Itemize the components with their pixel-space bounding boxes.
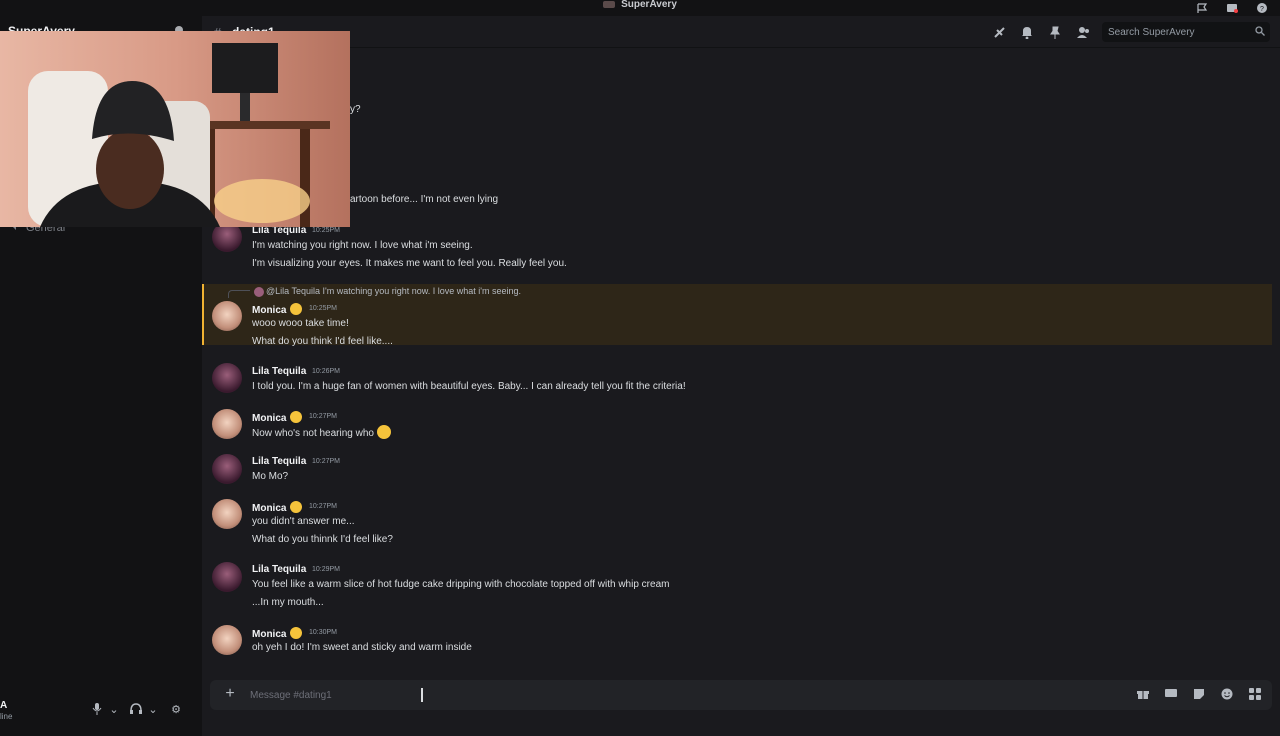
emoji-badge-icon (290, 627, 303, 639)
threads-icon[interactable] (992, 25, 1006, 39)
gear-icon[interactable]: ⚙ (169, 702, 183, 716)
message-author[interactable]: Monica (252, 501, 303, 514)
avatar[interactable] (212, 499, 242, 529)
message-author[interactable]: Lila Tequila (252, 564, 306, 575)
user-name[interactable]: A (0, 700, 7, 711)
message-text: I'm visualizing your eyes. It makes me w… (252, 258, 567, 269)
partial-message-line: y? (350, 104, 361, 115)
message-timestamp: 10:29PM (312, 566, 341, 573)
message-text: ...In my mouth... (252, 597, 324, 608)
message-author[interactable]: Monica (252, 411, 303, 424)
headphones-icon[interactable] (129, 702, 143, 716)
avatar[interactable] (212, 562, 242, 592)
avatar[interactable] (212, 409, 242, 439)
message-text: you didn't answer me... (252, 516, 355, 527)
message-input[interactable] (250, 687, 1050, 703)
main-content: # dating1 y? artoon before... I'm not ev… (202, 16, 1280, 720)
message-timestamp: 10:26PM (312, 368, 341, 375)
members-icon[interactable] (1076, 25, 1090, 39)
message-author[interactable]: Lila Tequila (252, 366, 306, 377)
add-attachment-icon[interactable]: + (222, 686, 238, 702)
message-text: oh yeh I do! I'm sweet and sticky and wa… (252, 642, 472, 653)
search-box[interactable] (1102, 22, 1270, 42)
text-cursor-icon (421, 688, 423, 702)
message-text: What do you thinnk I'd feel like? (252, 534, 393, 545)
message-author[interactable]: Lila Tequila (252, 456, 306, 467)
message-text-content: Now who's not hearing who (252, 428, 374, 439)
search-input[interactable] (1108, 25, 1248, 39)
avatar[interactable] (212, 454, 242, 484)
window-title: SuperAvery (0, 0, 1280, 10)
help-icon[interactable]: ? (1256, 0, 1268, 13)
sticker-icon[interactable] (1192, 688, 1206, 702)
server-mini-icon (603, 0, 616, 8)
emoji-badge-icon (290, 411, 303, 423)
avatar[interactable] (212, 625, 242, 655)
smile-emoji-icon (376, 425, 391, 439)
mic-chevron-icon[interactable]: ⌄ (107, 702, 121, 716)
message-text: Mo Mo? (252, 471, 289, 482)
svg-text:?: ? (1260, 6, 1264, 13)
emoji-badge-icon (290, 303, 303, 315)
author-name: Monica (252, 305, 287, 316)
pin-icon[interactable] (1048, 25, 1062, 39)
apps-icon[interactable] (1248, 688, 1262, 702)
webcam-overlay (0, 31, 350, 227)
message-text: Now who's not hearing who (252, 425, 391, 439)
bell-icon[interactable] (1020, 25, 1034, 39)
emoji-badge-icon (290, 501, 303, 513)
message-text: wooo wooo take time! (252, 318, 349, 329)
message-timestamp: 10:25PM (312, 227, 341, 234)
message-text: You feel like a warm slice of hot fudge … (252, 579, 670, 590)
message-text: What do you think I'd feel like.... (252, 336, 393, 347)
window-title-text: SuperAvery (621, 0, 677, 10)
author-name: Monica (252, 503, 287, 514)
message-author[interactable]: Monica (252, 627, 303, 640)
microphone-icon[interactable] (90, 702, 104, 716)
author-name: Monica (252, 629, 287, 640)
headphones-chevron-icon[interactable]: ⌄ (146, 702, 160, 716)
reply-connector (228, 290, 250, 298)
message-composer: + (210, 680, 1272, 710)
message-timestamp: 10:30PM (309, 629, 338, 636)
channel-header: # dating1 (202, 16, 1280, 48)
avatar[interactable] (212, 301, 242, 331)
message-text: I told you. I'm a huge fan of women with… (252, 381, 686, 392)
reply-avatar (254, 287, 264, 297)
message-text: I'm watching you right now. I love what … (252, 240, 473, 251)
search-icon (1255, 26, 1265, 39)
flag-icon[interactable] (1196, 0, 1208, 13)
author-name: Monica (252, 413, 287, 424)
gif-icon[interactable] (1164, 688, 1178, 702)
message-timestamp: 10:27PM (309, 503, 338, 510)
title-bar: SuperAvery ? (0, 0, 1280, 16)
message-timestamp: 10:27PM (309, 413, 338, 420)
partial-message-line: artoon before... I'm not even lying (350, 194, 499, 205)
webcam-image (0, 31, 350, 227)
message-timestamp: 10:25PM (309, 305, 338, 312)
message-timestamp: 10:27PM (312, 458, 341, 465)
user-panel: A line ⌄ ⌄ ⚙ (0, 690, 202, 736)
inbox-icon[interactable] (1226, 0, 1238, 13)
gift-icon[interactable] (1136, 688, 1150, 702)
message-author[interactable]: Monica (252, 303, 303, 316)
message-list: y? artoon before... I'm not even lying L… (202, 48, 1280, 674)
reply-preview[interactable]: @Lila Tequila I'm watching you right now… (266, 286, 521, 296)
avatar[interactable] (212, 363, 242, 393)
emoji-icon[interactable] (1220, 688, 1234, 702)
